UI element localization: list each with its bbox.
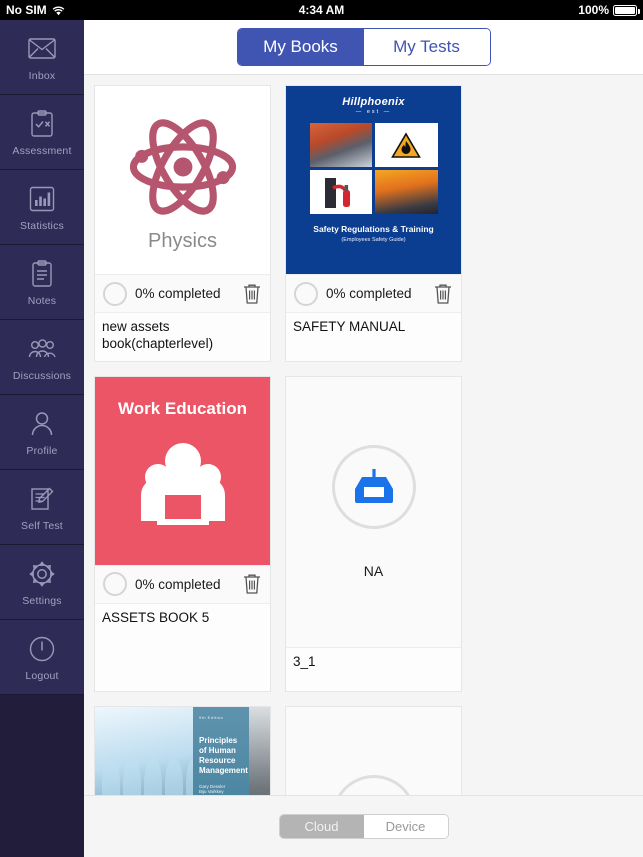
book-cover[interactable]: Hillphoenix — est — Safety Regulations &… <box>286 86 461 274</box>
progress-label: 0% completed <box>135 286 221 301</box>
battery-percent-label: 100% <box>578 3 609 17</box>
sidebar-item-statistics[interactable]: Statistics <box>0 170 84 245</box>
sidebar-item-label: Statistics <box>19 219 64 232</box>
sidebar-item-discussions[interactable]: Discussions <box>0 320 84 395</box>
book-card[interactable]: Work Education 0% completed ASSETS BOOK … <box>94 375 271 692</box>
cover-author-text: Gary Dessler Biju Varkkey <box>199 783 226 794</box>
book-card[interactable]: NA 3_1 <box>285 375 462 692</box>
trash-icon[interactable] <box>242 283 262 305</box>
physics-cover-art: Physics <box>95 86 270 274</box>
photo-extinguisher-use <box>309 170 372 214</box>
sidebar-filler <box>0 695 84 805</box>
download-placeholder[interactable]: NA <box>286 444 461 579</box>
content-area: My Books My Tests Physics 0% completed n… <box>84 20 643 857</box>
books-tests-segmented-control[interactable]: My Books My Tests <box>236 28 491 66</box>
book-status-row: 0% completed <box>95 274 270 312</box>
sidebar-item-label: Profile <box>26 444 58 457</box>
cover-subtitle-text: (Employees Safety Guide) <box>341 237 406 243</box>
hillphoenix-cover-art: Hillphoenix — est — Safety Regulations &… <box>286 86 461 274</box>
sidebar-item-profile[interactable]: Profile <box>0 395 84 470</box>
tab-my-books[interactable]: My Books <box>237 29 364 65</box>
book-card[interactable]: Hillphoenix — est — Safety Regulations &… <box>285 85 462 362</box>
sidebar-item-logout[interactable]: Logout <box>0 620 84 695</box>
photo-extinguisher-training <box>309 123 372 167</box>
book-title: SAFETY MANUAL <box>286 312 461 356</box>
power-icon <box>28 633 56 665</box>
cover-photo-grid <box>309 123 438 214</box>
tab-my-tests[interactable]: My Tests <box>363 29 490 65</box>
trash-icon[interactable] <box>242 573 262 595</box>
cover-title-text: Work Education <box>117 398 248 418</box>
sidebar-item-label: Assessment <box>12 144 72 157</box>
tab-cloud[interactable]: Cloud <box>279 815 364 838</box>
book-cover[interactable]: Physics <box>95 86 270 274</box>
book-status-row: 0% completed <box>95 564 270 603</box>
book-title: new assets book(chapterlevel) <box>95 312 270 361</box>
progress-ring <box>103 572 127 597</box>
photo-flammable-sign <box>375 123 438 167</box>
photo-fire-training <box>375 170 438 214</box>
cover-title-text: Principles of Human Resource Management <box>199 735 248 775</box>
sidebar-item-label: Inbox <box>28 69 56 82</box>
pencil-paper-icon <box>29 483 55 515</box>
people-group-icon <box>140 442 225 525</box>
sidebar-item-label: Notes <box>27 294 57 307</box>
bottom-bar: Cloud Device <box>84 795 643 857</box>
clock-label: 4:34 AM <box>298 3 345 17</box>
work-education-cover-art: Work Education <box>95 376 270 565</box>
status-right: 100% <box>578 3 640 17</box>
cover-meta-text: 9th Edition <box>199 714 224 720</box>
clipboard-check-icon <box>30 108 54 140</box>
status-bar: No SIM 4:34 AM 100% <box>0 0 643 20</box>
tab-device[interactable]: Device <box>363 815 448 838</box>
notepad-icon <box>31 258 53 290</box>
sidebar-item-settings[interactable]: Settings <box>0 545 84 620</box>
envelope-icon <box>28 33 56 65</box>
book-cover[interactable]: NA <box>286 376 461 647</box>
bar-chart-icon <box>29 183 55 215</box>
books-grid-scroll[interactable]: Physics 0% completed new assets book(cha… <box>84 75 643 815</box>
book-title: 3_1 <box>286 646 461 691</box>
trash-icon[interactable] <box>433 283 453 305</box>
sidebar-item-label: Settings <box>22 594 62 607</box>
progress-ring <box>294 281 318 306</box>
progress-label: 0% completed <box>326 286 412 301</box>
book-card[interactable]: Physics 0% completed new assets book(cha… <box>94 85 271 362</box>
books-grid: Physics 0% completed new assets book(cha… <box>94 85 633 815</box>
sidebar-item-notes[interactable]: Notes <box>0 245 84 320</box>
battery-full-icon <box>613 4 640 16</box>
people-group-icon <box>27 333 57 365</box>
top-bar: My Books My Tests <box>84 20 643 75</box>
sidebar: Inbox Assessment Statistics Notes Discus <box>0 20 84 857</box>
cover-brand-sub: — est — <box>355 109 392 115</box>
cover-title-text: Physics <box>148 229 217 252</box>
sidebar-item-label: Logout <box>25 669 59 682</box>
sidebar-item-label: Self Test <box>21 519 63 532</box>
app-root: No SIM 4:34 AM 100% Inbox Assessment Sta… <box>0 0 643 857</box>
gear-icon <box>28 558 56 590</box>
sidebar-item-inbox[interactable]: Inbox <box>0 20 84 95</box>
progress-ring <box>103 281 127 306</box>
sidebar-item-self-test[interactable]: Self Test <box>0 470 84 545</box>
cloud-device-segmented-control[interactable]: Cloud Device <box>278 814 449 839</box>
sidebar-item-assessment[interactable]: Assessment <box>0 95 84 170</box>
book-title: ASSETS BOOK 5 <box>95 602 270 647</box>
sidebar-item-label: Discussions <box>12 369 72 382</box>
atom-icon <box>129 118 236 215</box>
cover-title-text: Safety Regulations & Training <box>313 224 434 234</box>
cover-brand-text: Hillphoenix <box>342 96 405 108</box>
download-tray-icon[interactable] <box>331 444 416 529</box>
book-cover[interactable]: Work Education <box>95 376 270 565</box>
progress-label: 0% completed <box>135 576 221 592</box>
user-icon <box>30 408 54 440</box>
book-status-row: 0% completed <box>286 274 461 312</box>
download-size-label: NA <box>363 562 384 579</box>
